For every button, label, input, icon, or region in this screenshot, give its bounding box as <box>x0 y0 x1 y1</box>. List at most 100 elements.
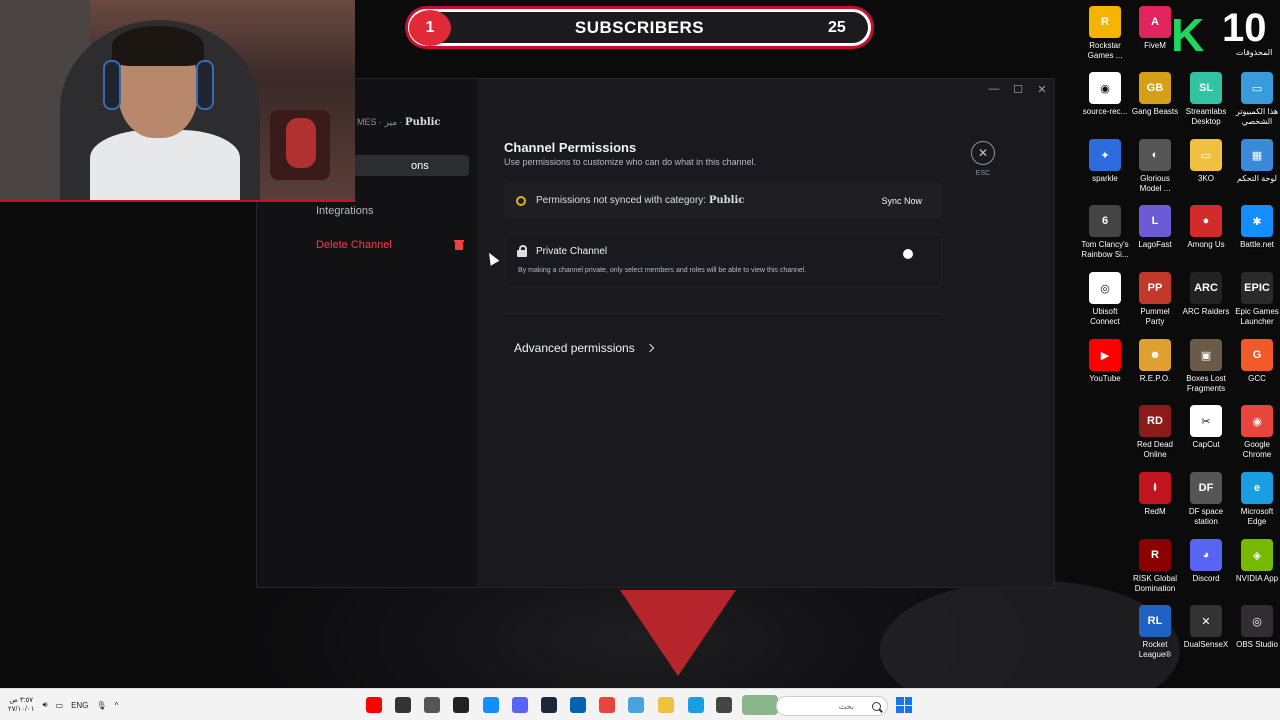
sidebar-item-delete-channel[interactable]: Delete Channel <box>312 234 469 255</box>
app-icon: ◉ <box>1241 405 1273 437</box>
app-icon: ◐ <box>1139 139 1171 171</box>
desktop-icon-label: لوحة التحكم <box>1236 174 1277 183</box>
desktop-icon[interactable]: ▦ لوحة التحكم <box>1232 139 1280 184</box>
desktop-icon[interactable]: ● Among Us <box>1181 205 1231 250</box>
desktop-icon[interactable]: DF DF space station <box>1181 472 1231 527</box>
minimize-icon[interactable]: — <box>982 79 1006 99</box>
trash-icon <box>454 239 464 250</box>
desktop-icon[interactable]: PP Pummel Party <box>1130 272 1180 327</box>
desktop-icon[interactable]: R Rockstar Games ... <box>1080 6 1130 61</box>
desktop-icon[interactable]: L LagoFast <box>1130 205 1180 250</box>
page-title: Channel Permissions <box>504 140 637 155</box>
taskbar-search[interactable]: بحث <box>776 696 888 716</box>
desktop-icon[interactable]: ◕ Discord <box>1181 539 1231 584</box>
widgets-taskbar-icon[interactable] <box>742 695 778 715</box>
maximize-icon[interactable]: ☐ <box>1006 79 1030 99</box>
desktop-icon[interactable]: ☻ R.E.P.O. <box>1130 339 1180 384</box>
desktop-icon[interactable]: ◉ Google Chrome <box>1232 405 1280 460</box>
desktop-icon[interactable]: SL Streamlabs Desktop <box>1181 72 1231 127</box>
speedometer-taskbar-icon[interactable] <box>395 697 411 713</box>
desktop-icon-label: YouTube <box>1089 374 1121 383</box>
desktop-icon-label: Battle.net <box>1240 240 1274 249</box>
app-icon: SL <box>1190 72 1222 104</box>
sync-category: Public <box>708 195 745 206</box>
desktop-icon[interactable]: ▭ هذا الكمبيوتر الشخصي <box>1232 72 1280 127</box>
desktop-icon-label: Tom Clancy's Rainbow Si... <box>1081 240 1129 259</box>
app-icon: e <box>1241 472 1273 504</box>
desktop-icon[interactable]: ✕ DualSenseX <box>1181 605 1231 650</box>
desktop-icon-label: DualSenseX <box>1183 640 1229 649</box>
desktop-icon[interactable]: ▭ 3KO <box>1181 139 1231 184</box>
chevron-up-icon[interactable]: ^ <box>115 701 119 710</box>
desktop-icon[interactable]: GB Gang Beasts <box>1130 72 1180 117</box>
youtube-taskbar-icon[interactable] <box>366 697 382 713</box>
store-taskbar-icon[interactable] <box>570 697 586 713</box>
desktop-icon[interactable]: G GCC <box>1232 339 1280 384</box>
chrome-taskbar-icon[interactable] <box>599 697 615 713</box>
app-taskbar-icon[interactable] <box>628 697 644 713</box>
desktop-icon[interactable]: ◉ source-rec... <box>1080 72 1130 117</box>
desktop-icon[interactable]: R RISK Global Domination <box>1130 539 1180 594</box>
windows-start-icon[interactable] <box>896 697 912 713</box>
desktop-icon[interactable]: RD Red Dead Online <box>1130 405 1180 460</box>
desktop-icon[interactable]: RL Rocket League® <box>1130 605 1180 660</box>
sidebar-item-integrations[interactable]: Integrations <box>312 200 469 221</box>
desktop-icon[interactable]: EPIC Epic Games Launcher <box>1232 272 1280 327</box>
webcam-person-hair <box>112 26 204 66</box>
desktop-icon-label: Boxes Lost Fragments <box>1186 374 1226 393</box>
app-icon: G <box>1241 339 1273 371</box>
advanced-permissions-link[interactable]: Advanced permissions <box>514 341 654 355</box>
close-window-icon[interactable]: ✕ <box>1030 79 1054 99</box>
desktop-icon[interactable]: ✦ sparkle <box>1080 139 1130 184</box>
language-indicator[interactable]: ENG <box>71 701 88 710</box>
discord-taskbar-icon[interactable] <box>512 697 528 713</box>
app-icon: ◈ <box>1241 539 1273 571</box>
clock[interactable]: ٣:٥٧ ص ٢٧/١٠/٠١ <box>8 696 34 714</box>
desktop-icon[interactable]: ✂ CapCut <box>1181 405 1231 450</box>
desktop-icon-label: DF space station <box>1188 507 1224 526</box>
app-icon: ▭ <box>1190 139 1222 171</box>
sync-warning-icon <box>516 195 526 206</box>
app-icon: ◉ <box>1089 72 1121 104</box>
desktop-icon[interactable]: ▶ YouTube <box>1080 339 1130 384</box>
battlenet-taskbar-icon[interactable] <box>483 697 499 713</box>
desktop-icon-label: Among Us <box>1187 240 1225 249</box>
app-icon: ✕ <box>1190 605 1222 637</box>
desktop-icon[interactable]: ◎ Ubisoft Connect <box>1080 272 1130 327</box>
desktop-icon-label: Gang Beasts <box>1131 107 1179 116</box>
desktop-icon-label: Red Dead Online <box>1136 440 1174 459</box>
toggle-knob <box>903 249 913 259</box>
private-channel-toggle[interactable] <box>901 246 929 262</box>
k-logo-icon: K <box>1171 9 1205 61</box>
window-controls: — ☐ ✕ <box>982 79 1054 99</box>
speaker-icon[interactable]: 🔊︎ <box>42 700 47 710</box>
advanced-permissions-label: Advanced permissions <box>514 341 635 355</box>
app-taskbar-icon[interactable] <box>424 697 440 713</box>
desktop-icon[interactable]: ◈ NVIDIA App <box>1232 539 1280 584</box>
app-icon: ● <box>1190 205 1222 237</box>
edge-taskbar-icon[interactable] <box>688 697 704 713</box>
wallpaper-red-shape <box>620 590 736 676</box>
task-view-taskbar-icon[interactable] <box>716 697 732 713</box>
desktop-icon[interactable]: ARC ARC Raiders <box>1181 272 1231 317</box>
close-icon[interactable]: ✕ <box>971 141 995 165</box>
desktop-icon[interactable]: ◐ Glorious Model ... <box>1130 139 1180 194</box>
desktop-icon[interactable]: ◎ OBS Studio <box>1232 605 1280 650</box>
app-icon: L <box>1139 205 1171 237</box>
desktop-icon-label: GCC <box>1248 374 1266 383</box>
desktop-icon[interactable]: 6 Tom Clancy's Rainbow Si... <box>1080 205 1130 260</box>
desktop-icon[interactable]: ▣ Boxes Lost Fragments <box>1181 339 1231 394</box>
epic-taskbar-icon[interactable] <box>453 697 469 713</box>
microphone-icon[interactable]: 🎙︎ <box>96 701 106 710</box>
desktop-icon[interactable]: ⱡ RedM <box>1130 472 1180 517</box>
esc-close[interactable]: ✕ ESC <box>969 141 997 177</box>
app-icon: RL <box>1139 605 1171 637</box>
desktop-icon-label: 3KO <box>1197 174 1214 183</box>
desktop-icon[interactable]: ✱ Battle.net <box>1232 205 1280 250</box>
network-icon[interactable]: ▭ <box>56 701 64 710</box>
steam-taskbar-icon[interactable] <box>541 697 557 713</box>
sync-now-button[interactable]: Sync Now <box>873 191 930 211</box>
subscriber-goal-bar: 1 SUBSCRIBERS 25 <box>405 6 874 49</box>
desktop-icon[interactable]: e Microsoft Edge <box>1232 472 1280 527</box>
file-explorer-taskbar-icon[interactable] <box>658 697 674 713</box>
